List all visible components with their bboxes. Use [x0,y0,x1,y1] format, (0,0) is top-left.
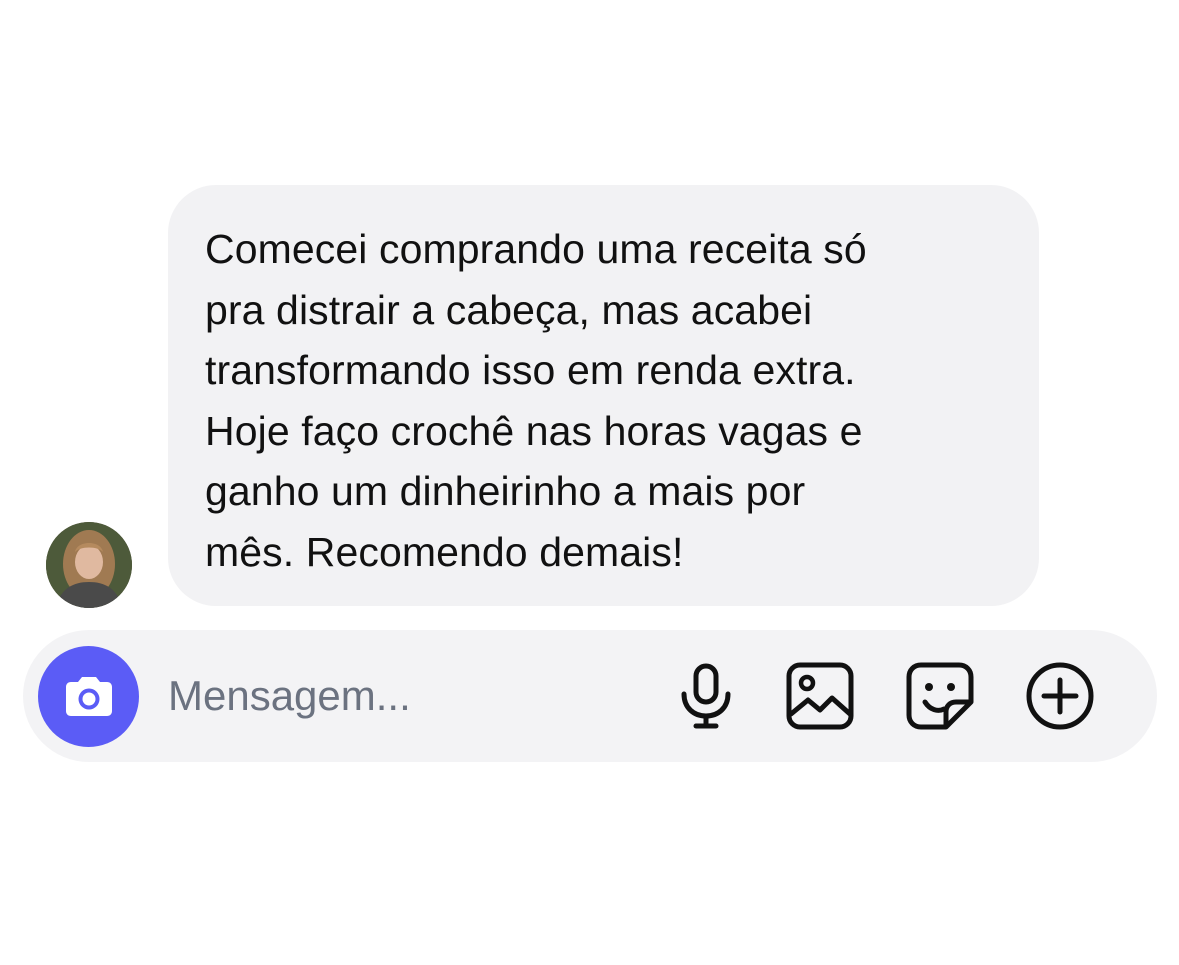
sticker-icon [906,662,974,730]
message-input[interactable]: Mensagem... [168,670,411,722]
camera-icon [65,676,112,716]
avatar-photo [46,522,132,608]
sticker-button[interactable] [904,660,976,732]
microphone-icon [681,663,731,729]
chat-screen: Comecei comprando uma receita só pra dis… [0,0,1179,965]
plus-circle-icon [1026,662,1094,730]
camera-button[interactable] [38,646,139,747]
add-button[interactable] [1024,660,1096,732]
gallery-button[interactable] [784,660,856,732]
message-bubble: Comecei comprando uma receita só pra dis… [168,185,1039,606]
avatar[interactable] [46,522,132,608]
message-composer: Mensagem... [23,630,1157,762]
message-text: Comecei comprando uma receita só pra dis… [205,226,867,575]
image-gallery-icon [786,662,854,730]
microphone-button[interactable] [670,660,742,732]
